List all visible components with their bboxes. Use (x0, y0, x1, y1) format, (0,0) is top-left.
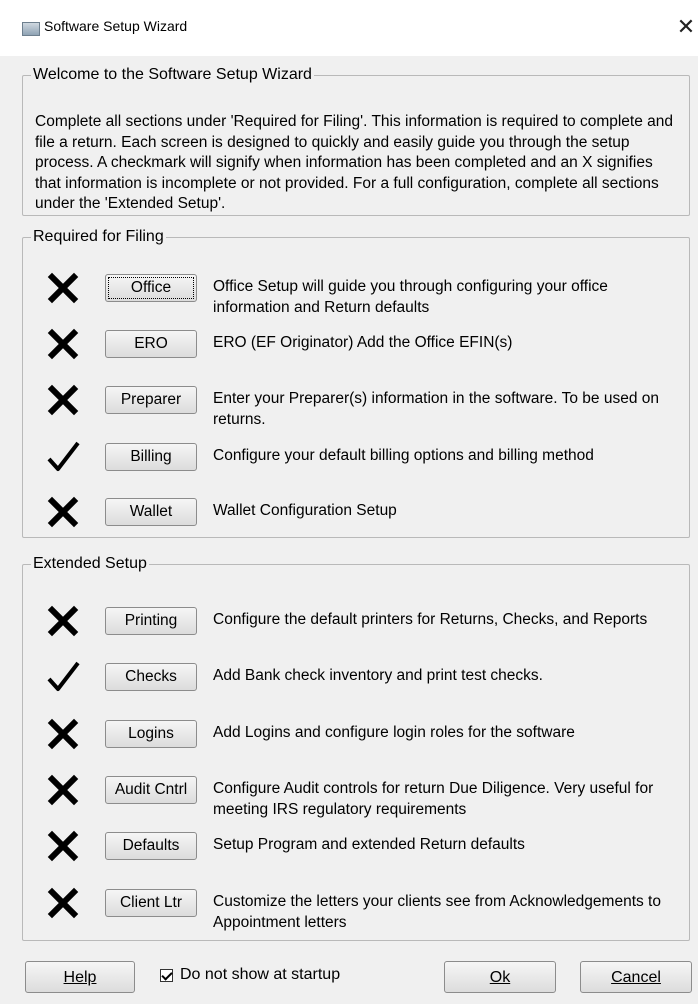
extended-legend: Extended Setup (33, 555, 147, 572)
required-legend: Required for Filing (33, 228, 164, 245)
close-icon[interactable]: ✕ (674, 12, 698, 42)
audit-cntrl-description: Configure Audit controls for return Due … (213, 780, 654, 818)
checkbox-checked-icon[interactable] (160, 968, 173, 982)
billing-description: Configure your default billing options a… (213, 447, 594, 464)
startup-checkbox-label: Do not show at startup (180, 966, 341, 983)
title-bar: Software Setup Wizard ✕ (0, 0, 698, 56)
ok-button[interactable]: Ok (444, 961, 556, 993)
welcome-legend: Welcome to the Software Setup Wizard (33, 66, 312, 83)
defaults-description: Setup Program and extended Return defaul… (213, 836, 525, 853)
billing-button[interactable]: Billing (105, 443, 197, 471)
setup-row-preparer: Preparer Enter your Preparer(s) informati… (23, 378, 689, 428)
setup-row-defaults: Defaults Setup Program and extended Retur… (23, 824, 689, 872)
preparer-button[interactable]: Preparer (105, 386, 197, 414)
do-not-show-startup-checkbox[interactable]: Do not show at startup (160, 966, 340, 984)
client-ltr-description: Customize the letters your clients see f… (213, 893, 661, 931)
checks-description: Add Bank check inventory and print test … (213, 667, 543, 684)
cancel-button[interactable]: Cancel (580, 961, 692, 993)
setup-row-billing: Billing Configure your default billing op… (23, 435, 689, 483)
ok-button-label: Ok (489, 969, 511, 986)
setup-row-office: Office Office Setup will guide you throug… (23, 266, 689, 316)
preparer-description: Enter your Preparer(s) information in th… (213, 390, 659, 428)
x-icon (43, 324, 83, 364)
welcome-group: Welcome to the Software Setup Wizard Com… (22, 66, 690, 216)
office-description: Office Setup will guide you through conf… (213, 278, 608, 316)
setup-row-checks: Checks Add Bank check inventory and print… (23, 655, 689, 703)
ero-description: ERO (EF Originator) Add the Office EFIN(… (213, 334, 513, 351)
setup-row-logins: Logins Add Logins and configure login rol… (23, 712, 689, 760)
cancel-button-label: Cancel (611, 969, 661, 986)
x-icon (43, 714, 83, 754)
setup-row-wallet: Wallet Wallet Configuration Setup (23, 490, 689, 538)
checkmark-icon (43, 437, 83, 477)
client-ltr-button[interactable]: Client Ltr (105, 889, 197, 917)
x-icon (43, 826, 83, 866)
printing-button[interactable]: Printing (105, 607, 197, 635)
logins-description: Add Logins and configure login roles for… (213, 724, 575, 741)
welcome-text: Complete all sections under 'Required fo… (35, 113, 674, 212)
x-icon (43, 380, 83, 420)
ero-button[interactable]: ERO (105, 330, 197, 358)
wallet-description: Wallet Configuration Setup (213, 502, 397, 519)
setup-row-client-ltr: Client Ltr Customize the letters your cli… (23, 881, 689, 931)
required-for-filing-group: Required for Filing Office Office Setup w… (22, 228, 690, 538)
checkmark-icon (43, 657, 83, 697)
window-title: Software Setup Wizard (44, 18, 188, 34)
office-button[interactable]: Office (105, 274, 197, 302)
setup-row-audit-cntrl: Audit Cntrl Configure Audit controls for … (23, 768, 689, 818)
x-icon (43, 492, 83, 532)
audit-cntrl-button[interactable]: Audit Cntrl (105, 776, 197, 804)
logins-button[interactable]: Logins (105, 720, 197, 748)
x-icon (43, 601, 83, 641)
setup-row-ero: ERO ERO (EF Originator) Add the Office EF… (23, 322, 689, 370)
defaults-button[interactable]: Defaults (105, 832, 197, 860)
help-button-label: Help (63, 969, 97, 986)
printing-description: Configure the default printers for Retur… (213, 611, 648, 628)
extended-setup-group: Extended Setup Printing Configure the def… (22, 555, 690, 941)
app-icon (22, 22, 40, 36)
x-icon (43, 770, 83, 810)
setup-wizard-window: Software Setup Wizard ✕ Welcome to the S… (0, 0, 698, 1004)
x-icon (43, 883, 83, 923)
checks-button[interactable]: Checks (105, 663, 197, 691)
help-button[interactable]: Help (25, 961, 135, 993)
wallet-button[interactable]: Wallet (105, 498, 197, 526)
x-icon (43, 268, 83, 308)
setup-row-printing: Printing Configure the default printers f… (23, 599, 689, 647)
